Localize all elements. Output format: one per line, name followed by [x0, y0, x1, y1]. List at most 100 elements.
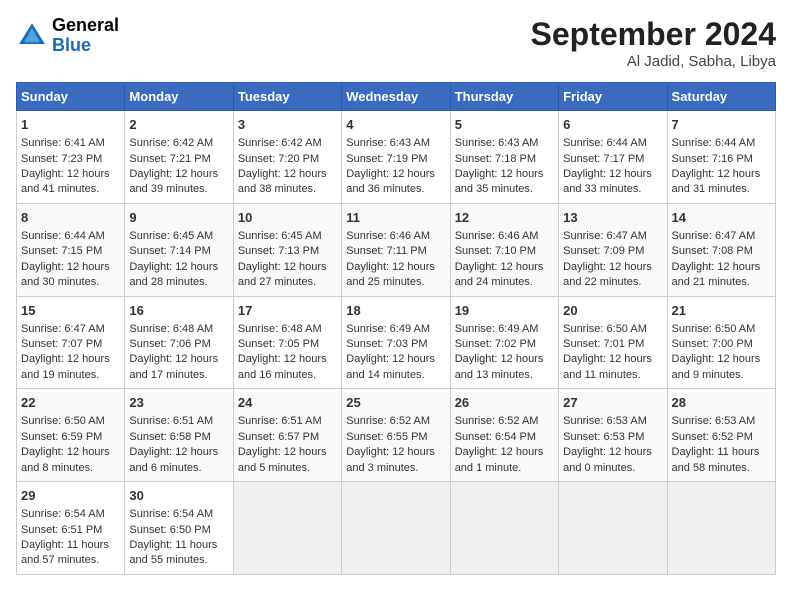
day-info: Daylight: 12 hours [563, 352, 662, 367]
day-info: Daylight: 12 hours [238, 167, 337, 182]
day-info: Sunrise: 6:45 AM [238, 229, 337, 244]
day-number: 24 [238, 394, 337, 412]
calendar-cell: 18Sunrise: 6:49 AMSunset: 7:03 PMDayligh… [342, 296, 450, 389]
day-info: Daylight: 12 hours [455, 445, 554, 460]
day-info: Sunrise: 6:41 AM [21, 136, 120, 151]
day-info: Sunrise: 6:44 AM [672, 136, 771, 151]
day-info: Daylight: 11 hours [672, 445, 771, 460]
day-info: Sunrise: 6:52 AM [346, 414, 445, 429]
day-info: Sunrise: 6:46 AM [346, 229, 445, 244]
day-header: Sunday [17, 83, 125, 111]
day-info: Sunset: 7:19 PM [346, 152, 445, 167]
calendar-cell: 15Sunrise: 6:47 AMSunset: 7:07 PMDayligh… [17, 296, 125, 389]
day-info: Daylight: 12 hours [672, 167, 771, 182]
day-info: Sunset: 7:02 PM [455, 337, 554, 352]
day-info: Sunset: 6:53 PM [563, 430, 662, 445]
calendar-cell: 1Sunrise: 6:41 AMSunset: 7:23 PMDaylight… [17, 111, 125, 204]
calendar-cell: 10 Sunrise: 6:45 AMSunset: 7:13 PMDayligh… [233, 203, 341, 296]
day-info: Sunset: 7:13 PM [238, 244, 337, 259]
day-info: and 3 minutes. [346, 461, 445, 476]
day-info: Sunset: 6:59 PM [21, 430, 120, 445]
day-info: Sunset: 7:05 PM [238, 337, 337, 352]
calendar-cell: 22Sunrise: 6:50 AMSunset: 6:59 PMDayligh… [17, 389, 125, 482]
day-info: Daylight: 12 hours [129, 352, 228, 367]
day-number: 26 [455, 394, 554, 412]
day-info: Daylight: 12 hours [238, 260, 337, 275]
day-info: Sunrise: 6:42 AM [129, 136, 228, 151]
location: Al Jadid, Sabha, Libya [531, 53, 776, 70]
day-info: Sunrise: 6:49 AM [346, 322, 445, 337]
day-info: Sunrise: 6:47 AM [563, 229, 662, 244]
day-info: Daylight: 12 hours [346, 260, 445, 275]
day-info: and 17 minutes. [129, 368, 228, 383]
week-row: 15Sunrise: 6:47 AMSunset: 7:07 PMDayligh… [17, 296, 776, 389]
day-info: Daylight: 12 hours [238, 445, 337, 460]
day-info: Daylight: 12 hours [346, 352, 445, 367]
day-number: 16 [129, 302, 228, 320]
day-info: Sunrise: 6:44 AM [21, 229, 120, 244]
day-info: and 30 minutes. [21, 275, 120, 290]
calendar-cell [233, 482, 341, 575]
calendar-cell: 14Sunrise: 6:47 AMSunset: 7:08 PMDayligh… [667, 203, 775, 296]
day-info: Daylight: 12 hours [455, 260, 554, 275]
day-info: Sunset: 7:08 PM [672, 244, 771, 259]
day-info: and 27 minutes. [238, 275, 337, 290]
day-number: 6 [563, 116, 662, 134]
day-number: 12 [455, 209, 554, 227]
day-info: Daylight: 12 hours [21, 352, 120, 367]
day-info: Sunset: 7:11 PM [346, 244, 445, 259]
day-info: Sunset: 7:00 PM [672, 337, 771, 352]
day-info: Sunrise: 6:54 AM [21, 507, 120, 522]
week-row: 1 Sunrise: 6:41 AMSunset: 7:23 PM Daylight… [17, 111, 776, 204]
day-number: 15 [21, 302, 120, 320]
day-info: Sunset: 6:58 PM [129, 430, 228, 445]
day-info: Sunset: 7:14 PM [129, 244, 228, 259]
day-info: and 6 minutes. [129, 461, 228, 476]
logo-line1: General [52, 16, 119, 36]
logo-text: General Blue [52, 16, 119, 56]
day-info: Daylight: 12 hours [563, 167, 662, 182]
page-header: General Blue September 2024 Al Jadid, Sa… [16, 16, 776, 70]
day-info: and 25 minutes. [346, 275, 445, 290]
day-info: Sunrise: 6:53 AM [672, 414, 771, 429]
day-info: and 5 minutes. [238, 461, 337, 476]
day-info: Sunrise: 6:49 AM [455, 322, 554, 337]
day-info: Daylight: 12 hours [129, 445, 228, 460]
calendar-table: SundayMondayTuesdayWednesdayThursdayFrid… [16, 82, 776, 575]
day-info: Sunrise: 6:54 AM [129, 507, 228, 522]
day-number: 21 [672, 302, 771, 320]
calendar-cell: 23Sunrise: 6:51 AMSunset: 6:58 PMDayligh… [125, 389, 233, 482]
day-number: 13 [563, 209, 662, 227]
day-info: Sunrise: 6:50 AM [21, 414, 120, 429]
day-info: Sunset: 7:23 PM [21, 152, 120, 167]
day-info: and 1 minute. [455, 461, 554, 476]
day-header: Tuesday [233, 83, 341, 111]
day-info: Daylight: 12 hours [455, 352, 554, 367]
day-info: and 58 minutes. [672, 461, 771, 476]
logo: General Blue [16, 16, 119, 56]
calendar-cell [342, 482, 450, 575]
day-number: 9 [129, 209, 228, 227]
day-info: Sunrise: 6:53 AM [563, 414, 662, 429]
calendar-cell: 3Sunrise: 6:42 AMSunset: 7:20 PMDaylight… [233, 111, 341, 204]
day-number: 10 [238, 209, 337, 227]
day-info: and 8 minutes. [21, 461, 120, 476]
day-info: Daylight: 12 hours [672, 260, 771, 275]
calendar-cell: 11Sunrise: 6:46 AMSunset: 7:11 PMDayligh… [342, 203, 450, 296]
week-row: 8Sunrise: 6:44 AMSunset: 7:15 PMDaylight… [17, 203, 776, 296]
day-number: 14 [672, 209, 771, 227]
day-info: Daylight: 12 hours [563, 260, 662, 275]
day-number: 18 [346, 302, 445, 320]
day-number: 1 [21, 116, 120, 134]
day-info: Sunset: 6:55 PM [346, 430, 445, 445]
day-header: Saturday [667, 83, 775, 111]
day-info: and 39 minutes. [129, 182, 228, 197]
calendar-cell: 6Sunrise: 6:44 AMSunset: 7:17 PMDaylight… [559, 111, 667, 204]
day-number: 30 [129, 487, 228, 505]
calendar-cell: 20Sunrise: 6:50 AMSunset: 7:01 PMDayligh… [559, 296, 667, 389]
day-info: Sunset: 7:09 PM [563, 244, 662, 259]
calendar-cell: 24Sunrise: 6:51 AMSunset: 6:57 PMDayligh… [233, 389, 341, 482]
day-info: and 24 minutes. [455, 275, 554, 290]
day-header: Wednesday [342, 83, 450, 111]
day-info: Sunrise: 6:47 AM [21, 322, 120, 337]
